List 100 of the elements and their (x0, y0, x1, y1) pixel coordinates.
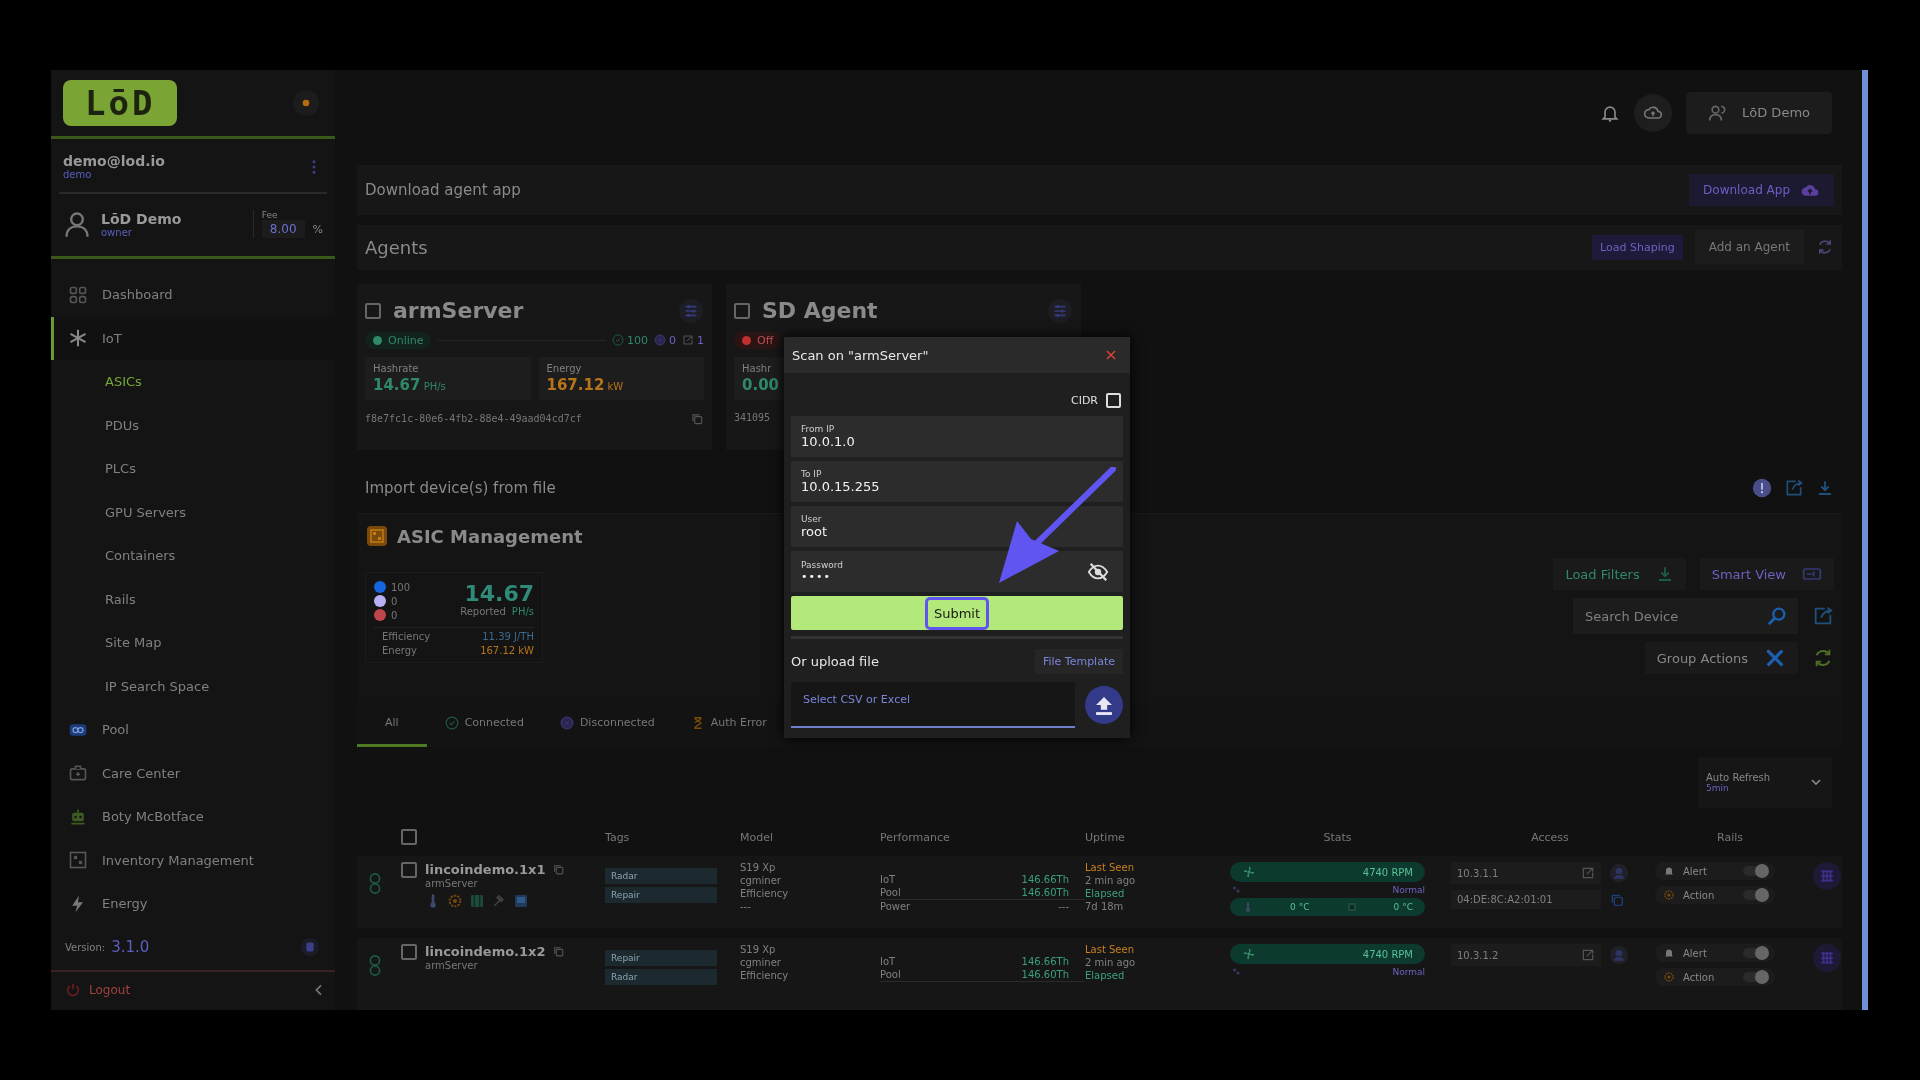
uptime-text: Elapsed (1085, 888, 1125, 900)
metric-label: Energy (382, 645, 417, 657)
metric-value: 11.39 J/TH (482, 631, 534, 643)
info-icon[interactable] (1752, 478, 1772, 499)
file-template-button[interactable]: File Template (1034, 649, 1123, 674)
nav-subitem[interactable]: IP Search Space (51, 664, 335, 708)
nav-subitem[interactable]: Containers (51, 534, 335, 578)
model-text: --- (740, 901, 751, 913)
rail-toggle[interactable]: Alert (1655, 944, 1775, 962)
rail-toggle[interactable]: Alert (1655, 862, 1775, 880)
nav-item[interactable]: Inventory Management (51, 838, 335, 882)
tab[interactable]: Disconnected (541, 701, 673, 747)
input-field[interactable]: User root (791, 506, 1123, 547)
load-filters-button[interactable]: Load Filters (1553, 558, 1686, 591)
download-app-button[interactable]: Download App (1689, 173, 1834, 206)
metric-label: Energy (546, 362, 582, 374)
file-input[interactable]: Select CSV or Excel (801, 692, 1069, 707)
count-value: 100 (391, 581, 411, 593)
logo: LōD (63, 80, 178, 126)
input-field[interactable]: To IP 10.0.15.255 (791, 461, 1123, 502)
checkbox-label: CIDR (1070, 394, 1098, 407)
metric-value: 167.12 kW (480, 645, 534, 657)
bar-title: Download agent app (365, 180, 521, 199)
nav-item[interactable]: Care Center (51, 751, 335, 795)
copy-icon[interactable] (551, 863, 565, 876)
agent-button[interactable]: Add an Agent (1694, 230, 1804, 265)
checkbox[interactable] (401, 944, 417, 960)
device-count: 100 (612, 333, 648, 347)
input-field[interactable]: Password •••• (791, 551, 1123, 592)
input-field[interactable]: From IP 10.0.1.0 (791, 416, 1123, 457)
export-icon[interactable] (1784, 478, 1804, 499)
tab[interactable]: Connected (426, 701, 542, 747)
group-actions-button[interactable]: Group Actions (1644, 642, 1798, 675)
nav-subitem[interactable]: Rails (51, 577, 335, 621)
nav-subitem[interactable]: GPU Servers (51, 490, 335, 534)
logout-button[interactable]: Logout (65, 982, 131, 998)
device-name[interactable]: lincoindemo.1x1 (425, 862, 546, 877)
search-field[interactable]: Search Device (1573, 598, 1798, 635)
settings-icon[interactable] (678, 297, 704, 324)
chip-icon[interactable] (299, 936, 321, 958)
search-input[interactable]: Search Device (1583, 607, 1766, 625)
menu-icon[interactable] (1813, 944, 1841, 972)
section-title: Agents (365, 236, 428, 258)
gear-icon[interactable] (447, 893, 463, 909)
copy-icon[interactable] (690, 411, 704, 426)
copy-icon[interactable] (551, 945, 565, 958)
eye-off-icon[interactable] (1087, 560, 1109, 583)
monitor-icon[interactable] (513, 893, 529, 909)
checkbox[interactable] (734, 302, 750, 319)
tab[interactable]: All (357, 701, 427, 747)
refresh-icon[interactable] (1816, 238, 1834, 257)
nav-item[interactable]: Energy (51, 882, 335, 926)
nav-subitem[interactable]: ASICs (51, 360, 335, 404)
model-text: Efficiency (740, 888, 789, 900)
nav-subitem[interactable]: PDUs (51, 403, 335, 447)
ip-address[interactable]: 10.3.1.1 (1457, 867, 1499, 879)
checkbox[interactable] (365, 302, 381, 319)
agent-button[interactable]: Load Shaping (1592, 234, 1683, 260)
count-value: 0 (391, 595, 398, 607)
toggle-switch[interactable] (1743, 866, 1767, 876)
user-name: LōD Demo (101, 210, 182, 227)
rail-toggle[interactable]: Action (1655, 968, 1775, 986)
toggle-switch[interactable] (1743, 890, 1767, 900)
tab[interactable]: Auth Error (672, 701, 785, 747)
nav-subitem[interactable]: PLCs (51, 447, 335, 491)
user-icon[interactable] (1609, 863, 1629, 883)
board-icon[interactable] (469, 893, 485, 909)
external-link-icon[interactable] (1581, 866, 1595, 880)
hammer-icon[interactable] (491, 893, 507, 909)
toggle-switch[interactable] (1743, 948, 1767, 958)
perf-value: 146.66Th (1021, 874, 1069, 886)
perf-label: IoT (880, 956, 896, 968)
settings-icon[interactable] (1047, 297, 1073, 324)
fee-field[interactable]: 8.00 (261, 220, 305, 238)
smart-view-button[interactable]: Smart View (1699, 558, 1834, 591)
user-icon[interactable] (1609, 945, 1629, 965)
uptime-text: 2 min ago (1085, 875, 1136, 887)
checkbox[interactable] (401, 862, 417, 878)
nav-item[interactable]: Boty McBotface (51, 795, 335, 839)
ip-address[interactable]: 10.3.1.2 (1457, 949, 1499, 961)
nav-item[interactable]: Pool (51, 708, 335, 752)
close-icon[interactable] (1104, 348, 1118, 362)
external-link-icon[interactable] (1581, 948, 1595, 962)
perf-value: 146.60Th (1021, 887, 1069, 899)
nav-subitem[interactable]: Site Map (51, 621, 335, 665)
checkbox[interactable] (401, 829, 417, 845)
uptime-text: Elapsed (1085, 970, 1125, 982)
upload-icon[interactable] (1085, 686, 1123, 724)
section-title: Or upload file (791, 654, 879, 669)
submit-button[interactable]: Submit (791, 596, 1123, 630)
device-name[interactable]: lincoindemo.1x2 (425, 944, 546, 959)
auto-refresh-dropdown[interactable]: Auto Refresh 5min (1698, 756, 1832, 808)
menu-icon[interactable] (1813, 862, 1841, 890)
file-field[interactable]: Select CSV or Excel (791, 682, 1075, 728)
user-button[interactable]: LōD Demo (1686, 91, 1832, 134)
rail-toggle[interactable]: Action (1655, 886, 1775, 904)
download-icon[interactable] (1816, 479, 1834, 498)
toggle-switch[interactable] (1743, 972, 1767, 982)
nav-item[interactable]: Dashboard (51, 273, 335, 317)
status-text: Normal (1392, 885, 1425, 895)
